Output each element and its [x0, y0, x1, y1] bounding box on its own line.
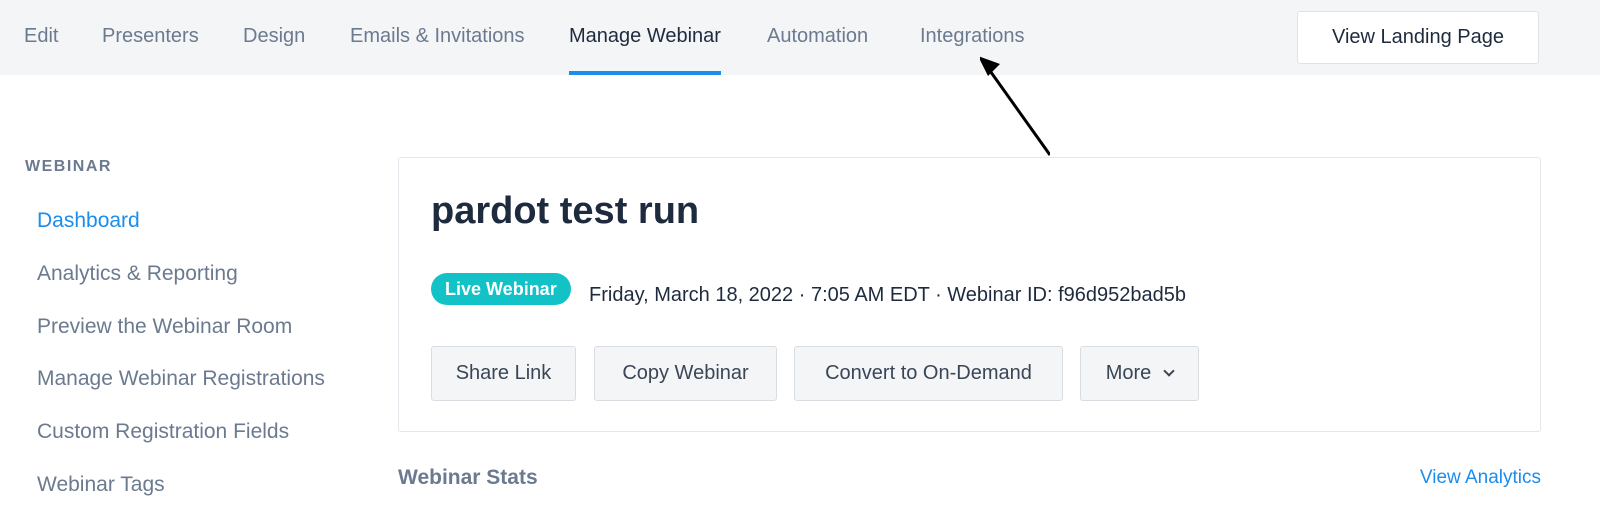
live-webinar-badge: Live Webinar — [431, 273, 571, 305]
webinar-stats-heading: Webinar Stats — [398, 466, 538, 489]
annotation-arrow-icon — [980, 56, 1050, 156]
tab-manage-webinar[interactable]: Manage Webinar — [569, 0, 721, 75]
view-landing-page-button[interactable]: View Landing Page — [1297, 11, 1539, 64]
top-navigation: Edit Presenters Design Emails & Invitati… — [0, 0, 1600, 75]
sidebar-item-dashboard[interactable]: Dashboard — [37, 209, 140, 233]
sidebar-item-webinar-tags[interactable]: Webinar Tags — [37, 473, 165, 497]
sidebar-item-custom-registration-fields[interactable]: Custom Registration Fields — [37, 420, 289, 444]
sidebar-item-manage-registrations[interactable]: Manage Webinar Registrations — [37, 367, 325, 391]
copy-webinar-button[interactable]: Copy Webinar — [594, 346, 777, 401]
tab-design[interactable]: Design — [243, 0, 305, 75]
more-dropdown-button[interactable]: More — [1080, 346, 1199, 401]
webinar-meta: Friday, March 18, 2022 · 7:05 AM EDT · W… — [589, 284, 1186, 306]
tab-emails-invitations[interactable]: Emails & Invitations — [350, 0, 525, 75]
sidebar-heading: WEBINAR — [25, 158, 112, 175]
convert-on-demand-button[interactable]: Convert to On-Demand — [794, 346, 1063, 401]
share-link-button[interactable]: Share Link — [431, 346, 576, 401]
view-analytics-link[interactable]: View Analytics — [1420, 467, 1541, 489]
tab-automation[interactable]: Automation — [767, 0, 868, 75]
sidebar-item-preview-webinar-room[interactable]: Preview the Webinar Room — [37, 315, 292, 339]
more-label: More — [1105, 362, 1152, 384]
webinar-summary-card: pardot test run Live Webinar Friday, Mar… — [398, 157, 1541, 432]
webinar-title: pardot test run — [431, 190, 700, 232]
sidebar-item-analytics-reporting[interactable]: Analytics & Reporting — [37, 262, 238, 286]
chevron-down-icon — [1163, 365, 1175, 377]
tab-presenters[interactable]: Presenters — [102, 0, 199, 75]
tab-edit[interactable]: Edit — [24, 0, 58, 75]
